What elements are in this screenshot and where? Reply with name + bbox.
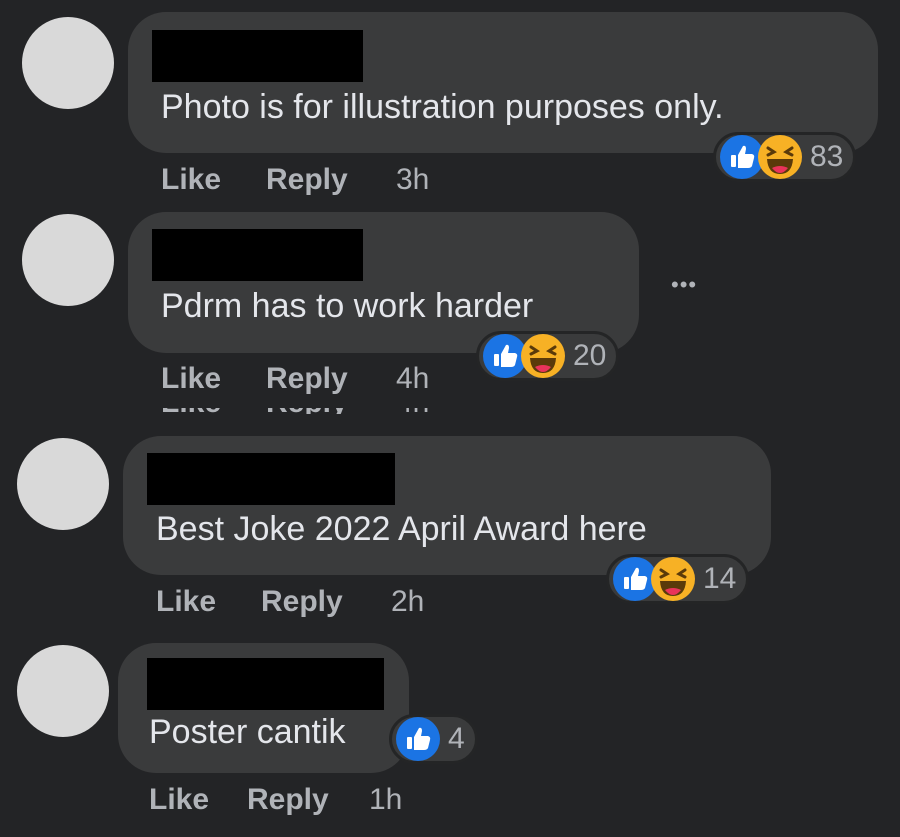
reply-button[interactable]: Reply <box>247 783 329 817</box>
comment-item: Poster cantik 4 Like Reply 1h <box>0 0 900 837</box>
reaction-summary[interactable]: 4 <box>389 714 478 764</box>
comment-text: Poster cantik <box>149 713 346 751</box>
like-icon <box>396 717 440 761</box>
avatar[interactable] <box>17 645 109 737</box>
redacted-author-name[interactable] <box>147 658 384 710</box>
reaction-count: 4 <box>448 722 465 755</box>
timestamp[interactable]: 1h <box>369 783 402 817</box>
like-button[interactable]: Like <box>149 783 209 817</box>
